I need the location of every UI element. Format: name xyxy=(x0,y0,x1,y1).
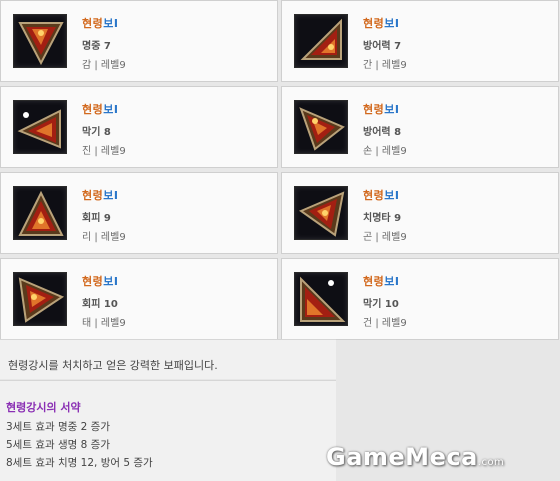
item-stat: 회피 10 xyxy=(82,299,118,310)
set-bonus-line-5: 5세트 효과 생명 8 증가 xyxy=(6,439,110,451)
item-stat: 치명타 9 xyxy=(363,213,402,224)
gamemeca-watermark-logo: GameMeca.com xyxy=(326,443,505,471)
item-level: 곤 | 레벨9 xyxy=(363,232,407,243)
bopae-fragment-icon xyxy=(13,100,67,154)
item-name: 현령보I xyxy=(82,17,119,30)
item-card-2[interactable]: 현령보I 방어력 7 간 | 레벨9 xyxy=(281,0,559,82)
bopae-fragment-icon xyxy=(13,14,67,68)
item-card-1[interactable]: 현령보I 명중 7 감 | 레벨9 xyxy=(0,0,278,82)
item-name: 현령보I xyxy=(82,189,119,202)
item-card-7[interactable]: 현령보I 회피 10 태 | 레벨9 xyxy=(0,258,278,340)
item-stat: 방어력 7 xyxy=(363,41,402,52)
item-name: 현령보I xyxy=(363,103,400,116)
bopae-fragment-icon xyxy=(13,272,67,326)
item-level: 진 | 레벨9 xyxy=(82,146,126,157)
bopae-fragment-icon xyxy=(294,14,348,68)
item-stat: 막기 8 xyxy=(82,127,111,138)
item-card-3[interactable]: 현령보I 막기 8 진 | 레벨9 xyxy=(0,86,278,168)
item-level: 간 | 레벨9 xyxy=(363,60,407,71)
set-bonus-line-3: 3세트 효과 명중 2 증가 xyxy=(6,421,110,433)
item-card-8[interactable]: 현령보I 막기 10 건 | 레벨9 xyxy=(281,258,559,340)
item-stat: 명중 7 xyxy=(82,41,111,52)
bopae-fragment-icon xyxy=(294,272,348,326)
item-name: 현령보I xyxy=(82,103,119,116)
item-card-4[interactable]: 현령보I 방어력 8 손 | 레벨9 xyxy=(281,86,559,168)
item-level: 건 | 레벨9 xyxy=(363,318,407,329)
item-level: 감 | 레벨9 xyxy=(82,60,126,71)
item-level: 손 | 레벨9 xyxy=(363,146,407,157)
bopae-fragment-icon xyxy=(294,186,348,240)
item-card-6[interactable]: 현령보I 치명타 9 곤 | 레벨9 xyxy=(281,172,559,254)
bopae-fragment-icon xyxy=(294,100,348,154)
item-stat: 방어력 8 xyxy=(363,127,402,138)
item-name: 현령보I xyxy=(363,189,400,202)
item-name: 현령보I xyxy=(82,275,119,288)
item-name: 현령보I xyxy=(363,275,400,288)
set-bonus-line-8: 8세트 효과 치명 12, 방어 5 증가 xyxy=(6,457,153,469)
set-bonus-panel: 현령강시의 서약 3세트 효과 명중 2 증가 5세트 효과 생명 8 증가 8… xyxy=(0,380,336,481)
set-bonus-title: 현령강시의 서약 xyxy=(6,401,81,414)
bopae-fragment-icon xyxy=(13,186,67,240)
item-level: 태 | 레벨9 xyxy=(82,318,126,329)
item-level: 리 | 레벨9 xyxy=(82,232,126,243)
item-description: 현령강시를 처치하고 얻은 강력한 보패입니다. xyxy=(8,359,218,372)
item-name: 현령보I xyxy=(363,17,400,30)
item-stat: 막기 10 xyxy=(363,299,399,310)
item-stat: 회피 9 xyxy=(82,213,111,224)
item-description-panel: 현령강시를 처치하고 얻은 강력한 보패입니다. xyxy=(0,339,336,379)
item-card-5[interactable]: 현령보I 회피 9 리 | 레벨9 xyxy=(0,172,278,254)
